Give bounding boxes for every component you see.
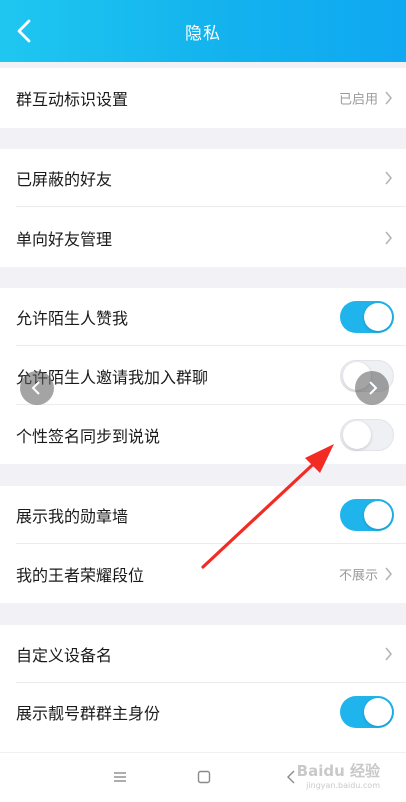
chevron-right-icon	[385, 567, 393, 581]
row-stranger-like: 允许陌生人赞我	[0, 288, 406, 346]
toggle-knob	[364, 303, 392, 331]
page-title: 隐私	[185, 24, 221, 44]
carousel-prev-button[interactable]	[20, 371, 54, 405]
chevron-right-icon	[385, 91, 393, 105]
row-label: 单向好友管理	[16, 230, 113, 249]
divider	[16, 404, 406, 405]
chevron-right-icon	[385, 231, 393, 245]
settings-group-device: 自定义设备名 展示靓号群群主身份	[0, 625, 406, 752]
toggle-knob	[364, 698, 392, 726]
row-label: 群互动标识设置	[16, 90, 129, 109]
signature-sync-toggle[interactable]	[340, 419, 394, 451]
title-bar: 隐私	[0, 0, 406, 62]
toggle-knob	[364, 501, 392, 529]
divider	[16, 206, 406, 207]
settings-group-friends: 已屏蔽的好友 单向好友管理	[0, 149, 406, 267]
carousel-next-button[interactable]	[355, 371, 389, 405]
carousel-next-icon	[369, 381, 378, 395]
carousel-prev-icon	[31, 381, 40, 395]
baidu-watermark: Baidu 经验 jingyan.baidu.com	[297, 760, 380, 790]
chevron-right-icon	[385, 647, 393, 661]
row-label: 展示靓号群群主身份	[16, 704, 161, 723]
nav-back-icon[interactable]	[286, 770, 296, 784]
row-king-rank[interactable]: 我的王者荣耀段位 不展示	[0, 545, 406, 603]
row-signature-sync: 个性签名同步到说说	[0, 406, 406, 464]
row-label: 我的王者荣耀段位	[16, 566, 145, 585]
row-blocked-friends[interactable]: 已屏蔽的好友	[0, 149, 406, 207]
group-owner-toggle[interactable]	[340, 696, 394, 728]
chevron-right-icon	[385, 171, 393, 185]
row-device-name[interactable]: 自定义设备名	[0, 625, 406, 683]
row-label: 展示我的勋章墙	[16, 507, 129, 526]
divider	[16, 543, 406, 544]
settings-group-stranger: 允许陌生人赞我 允许陌生人邀请我加入群聊 个性签名同步到说说	[0, 288, 406, 464]
settings-group-badge: 群互动标识设置 已启用	[0, 68, 406, 128]
watermark-text: Baidu 经验	[296, 762, 380, 780]
row-oneway-friends[interactable]: 单向好友管理	[0, 209, 406, 267]
row-group-owner: 展示靓号群群主身份	[0, 683, 406, 741]
watermark-subtext: jingyan.baidu.com	[306, 781, 380, 790]
row-value: 已启用	[338, 92, 378, 108]
row-medal-wall: 展示我的勋章墙	[0, 486, 406, 544]
row-label: 允许陌生人赞我	[16, 309, 129, 328]
stranger-like-toggle[interactable]	[340, 301, 394, 333]
row-label: 自定义设备名	[16, 646, 113, 665]
settings-group-display: 展示我的勋章墙 我的王者荣耀段位 不展示	[0, 486, 406, 603]
row-label: 个性签名同步到说说	[16, 427, 161, 446]
row-label: 已屏蔽的好友	[16, 170, 113, 189]
row-stranger-invite: 允许陌生人邀请我加入群聊	[0, 347, 406, 405]
row-value: 不展示	[338, 568, 378, 584]
menu-lines-icon[interactable]	[113, 771, 127, 783]
row-group-badge[interactable]: 群互动标识设置 已启用	[0, 69, 406, 127]
medal-wall-toggle[interactable]	[340, 499, 394, 531]
divider	[16, 345, 406, 346]
toggle-knob	[343, 421, 371, 449]
home-square-icon[interactable]	[197, 770, 211, 784]
